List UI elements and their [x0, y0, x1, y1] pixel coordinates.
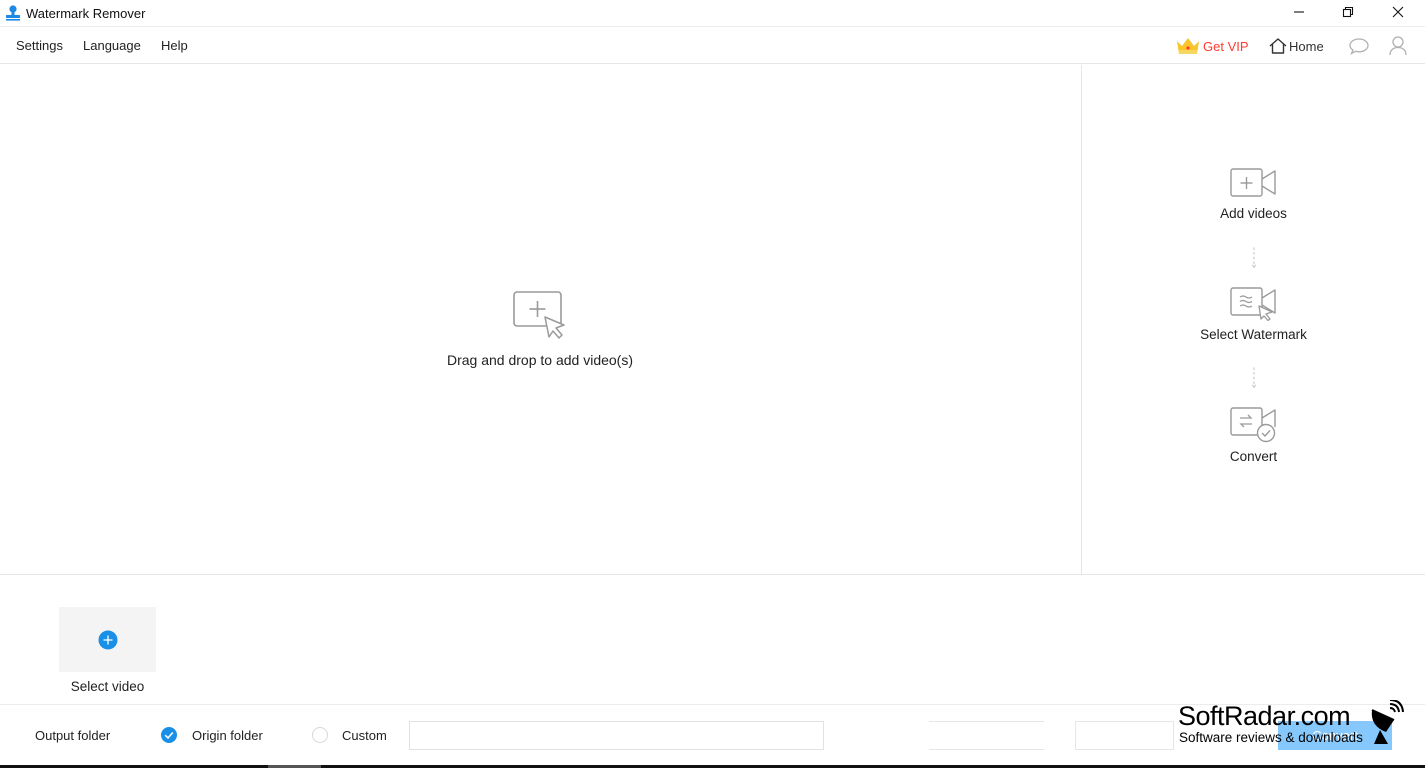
- check-icon: [164, 731, 174, 740]
- step-label: Select Watermark: [1200, 327, 1307, 342]
- origin-folder-radio[interactable]: [161, 727, 177, 743]
- select-video-button[interactable]: [59, 607, 156, 672]
- home-label: Home: [1289, 38, 1324, 54]
- output-option-field[interactable]: [929, 721, 1044, 750]
- crown-icon: [1177, 38, 1199, 54]
- close-button[interactable]: [1375, 0, 1421, 24]
- feedback-button[interactable]: [1348, 27, 1370, 65]
- section-divider: [0, 574, 1425, 575]
- custom-folder-label[interactable]: Custom: [342, 728, 387, 743]
- chat-bubble-icon: [1349, 38, 1369, 55]
- add-video-cursor-icon: [513, 291, 565, 339]
- minimize-icon: [1294, 11, 1304, 13]
- stamp-icon: [6, 5, 20, 21]
- plus-circle-icon: [98, 630, 117, 649]
- step-select-watermark: Select Watermark: [1082, 285, 1425, 342]
- account-button[interactable]: [1388, 27, 1408, 65]
- step-convert: Convert: [1082, 405, 1425, 464]
- menu-settings[interactable]: Settings: [16, 38, 63, 53]
- dropzone[interactable]: Drag and drop to add video(s): [420, 290, 660, 368]
- restore-icon: [1342, 6, 1354, 18]
- video-add-icon: [1229, 168, 1276, 197]
- menu-bar: Settings Language Help Get VIP Home: [0, 26, 1425, 64]
- video-select-watermark-icon: [1229, 287, 1276, 321]
- video-drop-area[interactable]: Drag and drop to add video(s): [0, 65, 1081, 574]
- home-button[interactable]: Home: [1268, 27, 1324, 65]
- menu-language[interactable]: Language: [83, 38, 141, 53]
- arrow-down-icon: [1252, 367, 1256, 389]
- home-icon: [1269, 38, 1287, 54]
- output-bar: Output folder Origin folder Custom Conve…: [0, 705, 1425, 765]
- output-folder-label: Output folder: [35, 728, 111, 743]
- arrow-down-icon: [1252, 247, 1256, 269]
- output-option-field[interactable]: [1075, 721, 1174, 750]
- get-vip-label: Get VIP: [1203, 38, 1249, 54]
- steps-panel: Add videos Select Watermark Convert: [1082, 65, 1425, 574]
- video-convert-icon: [1229, 407, 1276, 443]
- dropzone-label: Drag and drop to add video(s): [447, 352, 633, 368]
- origin-folder-label[interactable]: Origin folder: [192, 728, 263, 743]
- convert-button[interactable]: Convert: [1278, 721, 1392, 750]
- title-bar: Watermark Remover: [0, 0, 1425, 26]
- step-label: Convert: [1229, 449, 1278, 464]
- select-video-label: Select video: [70, 679, 145, 694]
- close-icon: [1392, 6, 1404, 18]
- restore-button[interactable]: [1325, 0, 1371, 24]
- window-title: Watermark Remover: [26, 5, 146, 21]
- step-add-videos: Add videos: [1082, 166, 1425, 221]
- user-icon: [1389, 36, 1407, 56]
- custom-folder-radio[interactable]: [312, 727, 328, 743]
- get-vip-button[interactable]: Get VIP: [1176, 27, 1249, 65]
- menu-help[interactable]: Help: [161, 38, 188, 53]
- custom-path-input[interactable]: [409, 721, 824, 750]
- step-label: Add videos: [1220, 206, 1287, 221]
- minimize-button[interactable]: [1276, 0, 1322, 24]
